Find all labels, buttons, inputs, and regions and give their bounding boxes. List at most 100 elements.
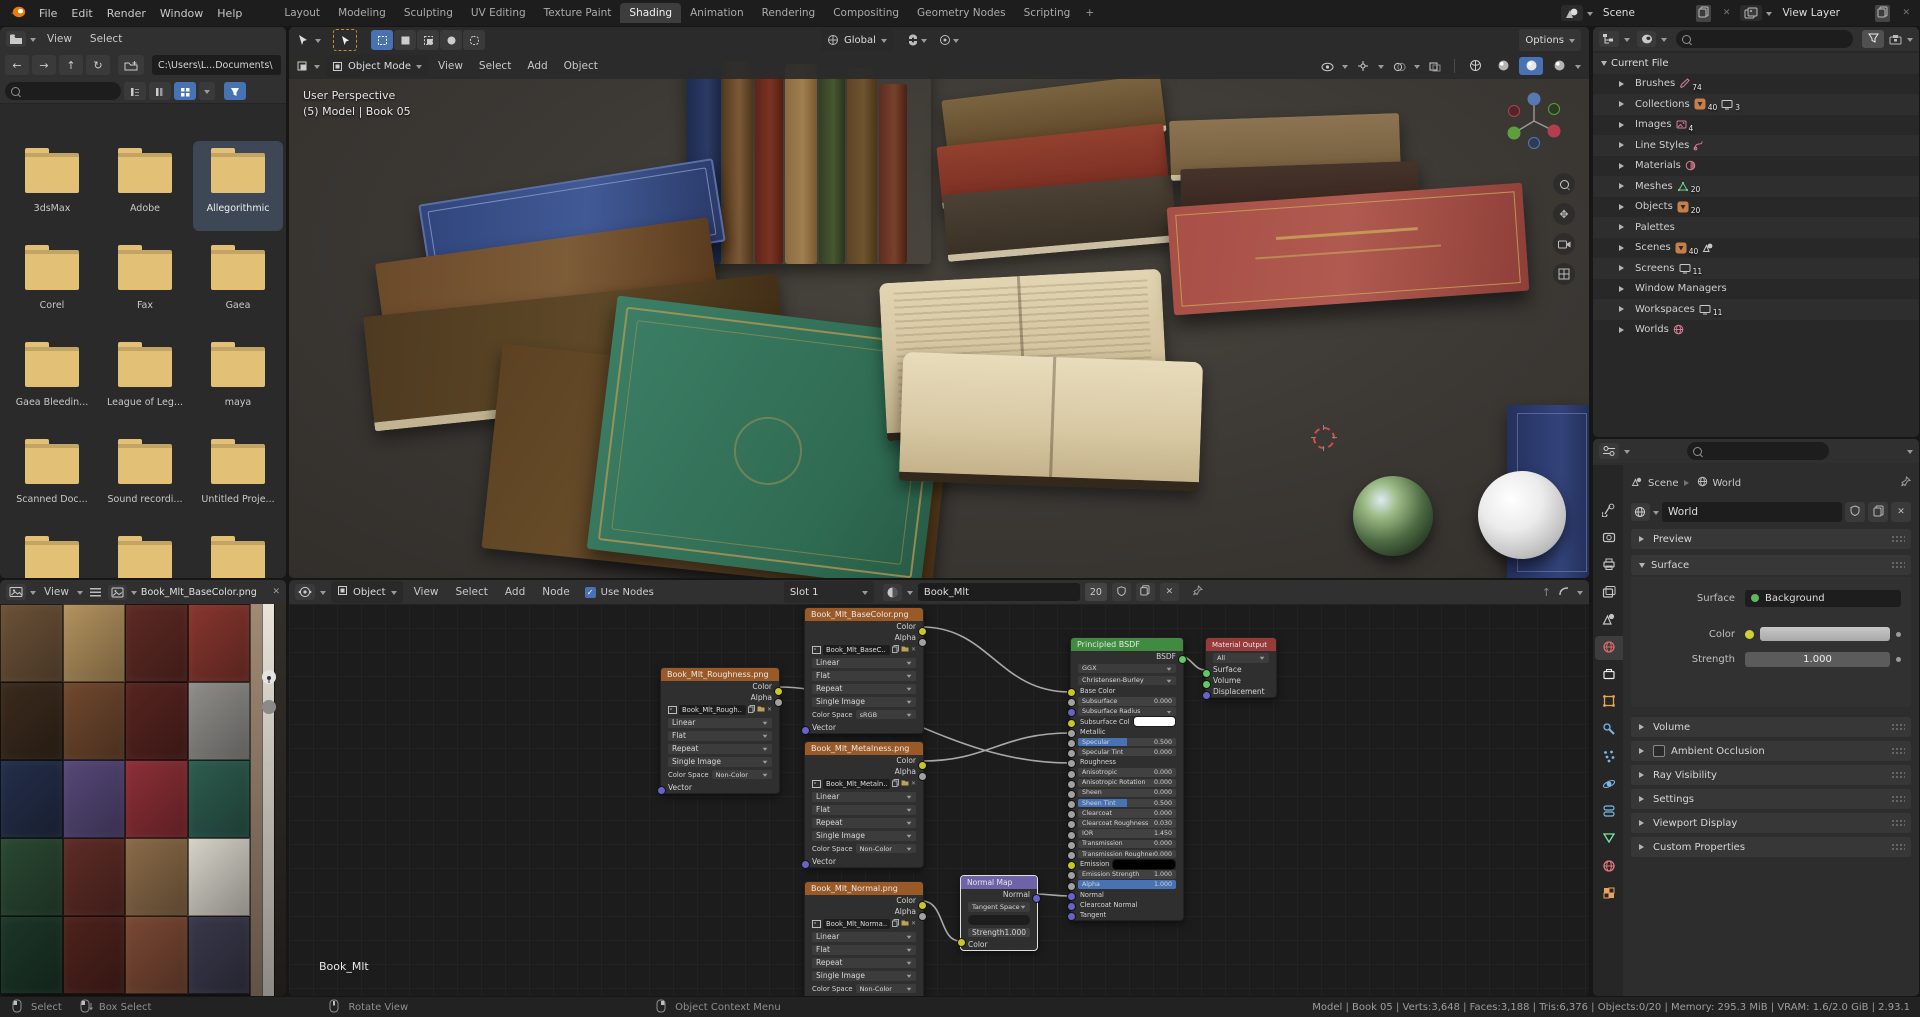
- snapping-curve-icon[interactable]: [1558, 585, 1570, 600]
- shader-type-dropdown[interactable]: Object: [331, 581, 403, 603]
- panel-custom-properties[interactable]: Custom Properties: [1631, 837, 1911, 857]
- panel-ray-visibility[interactable]: Ray Visibility: [1631, 765, 1911, 785]
- image-name[interactable]: Book_Mlt_BaseC..: [823, 644, 890, 655]
- socket-purple[interactable]: [657, 786, 666, 795]
- pin-widget[interactable]: [262, 670, 276, 684]
- folder-item[interactable]: [100, 529, 190, 578]
- outliner-item[interactable]: Meshes 20: [1593, 176, 1919, 197]
- outliner-root-row[interactable]: Current File: [1593, 53, 1919, 74]
- new-folder-button[interactable]: [118, 55, 144, 75]
- bsdf-select[interactable]: GGX: [1078, 663, 1176, 673]
- close-icon[interactable]: ✕: [911, 920, 916, 927]
- add-workspace-button[interactable]: +: [1079, 3, 1100, 23]
- expand-icon[interactable]: [1639, 748, 1647, 754]
- animate-dot-icon[interactable]: [1896, 656, 1901, 662]
- node-select[interactable]: Flat: [812, 804, 916, 815]
- handle-widget[interactable]: [262, 700, 276, 714]
- panel-ambient-occlusion[interactable]: Ambient Occlusion: [1631, 741, 1911, 761]
- shading-material-preview[interactable]: [1519, 57, 1543, 75]
- outliner-item[interactable]: Scenes 40: [1593, 237, 1919, 258]
- menu-file[interactable]: File: [32, 6, 64, 21]
- prop-value-widget[interactable]: Alpha 1.000: [1078, 880, 1176, 889]
- magnet-icon[interactable]: [907, 31, 919, 50]
- outliner-item[interactable]: Collections 40 3: [1593, 94, 1919, 115]
- expand-icon[interactable]: [1639, 820, 1647, 826]
- image-editor-canvas[interactable]: [0, 604, 286, 996]
- display-size-dropdown[interactable]: [199, 82, 215, 100]
- folder-item[interactable]: Gaea Bleedin...: [7, 335, 97, 425]
- copy-icon[interactable]: [747, 704, 755, 715]
- node-editor-menu-view[interactable]: View: [408, 585, 445, 599]
- menu-render[interactable]: Render: [100, 6, 153, 21]
- folder-item[interactable]: [7, 529, 97, 578]
- overlays-toggle[interactable]: [1388, 57, 1410, 75]
- principled-bsdf-node[interactable]: Principled BSDF BSDF GGX Christensen-Burley…: [1067, 637, 1187, 922]
- shading-rendered[interactable]: [1547, 57, 1571, 75]
- uvmap-field[interactable]: [968, 914, 1030, 925]
- expand-icon[interactable]: [1619, 326, 1627, 333]
- outliner-item[interactable]: Workspaces 11: [1593, 299, 1919, 320]
- expand-icon[interactable]: [1619, 285, 1627, 292]
- outliner-item[interactable]: Objects 20: [1593, 196, 1919, 217]
- select-mode-1[interactable]: [394, 30, 416, 50]
- parent-button[interactable]: ↑: [59, 55, 83, 75]
- tab-animation[interactable]: Animation: [681, 3, 753, 23]
- folder-item[interactable]: Corel: [7, 238, 97, 328]
- file-browser-search[interactable]: [5, 82, 121, 100]
- expand-icon[interactable]: [1619, 224, 1627, 231]
- outliner-type-icon[interactable]: [1599, 31, 1619, 47]
- node-select[interactable]: Single Image: [812, 830, 916, 841]
- menu-edit[interactable]: Edit: [64, 6, 99, 21]
- expand-icon[interactable]: [1619, 306, 1627, 313]
- socket-purple[interactable]: [1067, 912, 1076, 922]
- fake-user-button[interactable]: [1111, 583, 1131, 601]
- outliner-item[interactable]: Images 4: [1593, 114, 1919, 135]
- node-editor-menu-select[interactable]: Select: [450, 585, 494, 599]
- node-select[interactable]: Single Image: [668, 756, 772, 767]
- select-mode-0[interactable]: [371, 30, 393, 50]
- display-vertical-list[interactable]: [124, 82, 146, 100]
- properties-tab-constraints[interactable]: [1595, 800, 1623, 824]
- close-icon[interactable]: ✕: [911, 780, 916, 787]
- panel-surface[interactable]: Surface: [1631, 555, 1911, 575]
- file-browser-grid[interactable]: 3dsMax Adobe Allegorithmic Corel Fax Gaea Gaea…: [0, 113, 286, 578]
- node-select[interactable]: Linear: [812, 791, 916, 802]
- node-select[interactable]: Single Image: [812, 696, 916, 707]
- file-browser-menu-view[interactable]: View: [40, 32, 79, 46]
- properties-tab-collection[interactable]: [1595, 663, 1623, 687]
- forward-button[interactable]: →: [32, 55, 56, 75]
- normal-map-node[interactable]: Normal Map Normal Tangent Space Strength 1.0…: [957, 875, 1041, 951]
- node-header[interactable]: Book_Mlt_Metalness.png: [805, 742, 923, 755]
- prop-value-widget[interactable]: Clearcoat Roughness 0.030: [1078, 819, 1176, 828]
- panel-viewport-display[interactable]: Viewport Display: [1631, 813, 1911, 833]
- node-select[interactable]: Repeat: [668, 743, 772, 754]
- target-select[interactable]: All: [1213, 652, 1269, 663]
- socket-purple[interactable]: [801, 860, 810, 869]
- path-field[interactable]: C:\Users\L...Documents\: [152, 55, 281, 75]
- material-output-node[interactable]: Material Output All Surface Volume Displacem…: [1202, 637, 1277, 700]
- pin-icon[interactable]: [1900, 475, 1912, 490]
- prop-value-widget[interactable]: IOR 1.450: [1078, 829, 1176, 838]
- folder-item[interactable]: Scanned Doc...: [7, 432, 97, 522]
- filter-toggle[interactable]: [224, 82, 246, 100]
- image-texture-node[interactable]: Book_Mlt_Normal.png Color Alpha Book_Mlt_No…: [804, 881, 927, 996]
- expand-icon[interactable]: [1639, 772, 1647, 778]
- node-editor-menu-add[interactable]: Add: [499, 585, 531, 599]
- properties-tab-tool[interactable]: [1595, 499, 1623, 523]
- tab-sculpting[interactable]: Sculpting: [395, 3, 462, 23]
- color-widget[interactable]: [1745, 626, 1890, 642]
- folder-browse-icon[interactable]: [901, 645, 909, 654]
- expand-icon[interactable]: [1619, 101, 1627, 108]
- select-mode-3[interactable]: [440, 30, 462, 50]
- strength-widget[interactable]: Strength 1.000: [968, 927, 1030, 937]
- animate-dot-icon[interactable]: [1896, 631, 1901, 637]
- file-browser-type-icon[interactable]: [6, 31, 26, 47]
- tab-rendering[interactable]: Rendering: [753, 3, 825, 23]
- node-select[interactable]: Flat: [812, 670, 916, 681]
- folder-item[interactable]: Gaea: [193, 238, 283, 328]
- shading-solid[interactable]: [1491, 57, 1515, 75]
- node-canvas[interactable]: Book_Mlt_BaseColor.png Color Alpha Book_Mlt…: [289, 604, 1589, 996]
- color-swatch[interactable]: [1132, 716, 1176, 727]
- outliner-item[interactable]: Screens 11: [1593, 258, 1919, 279]
- scene-name[interactable]: Scene: [1596, 4, 1717, 22]
